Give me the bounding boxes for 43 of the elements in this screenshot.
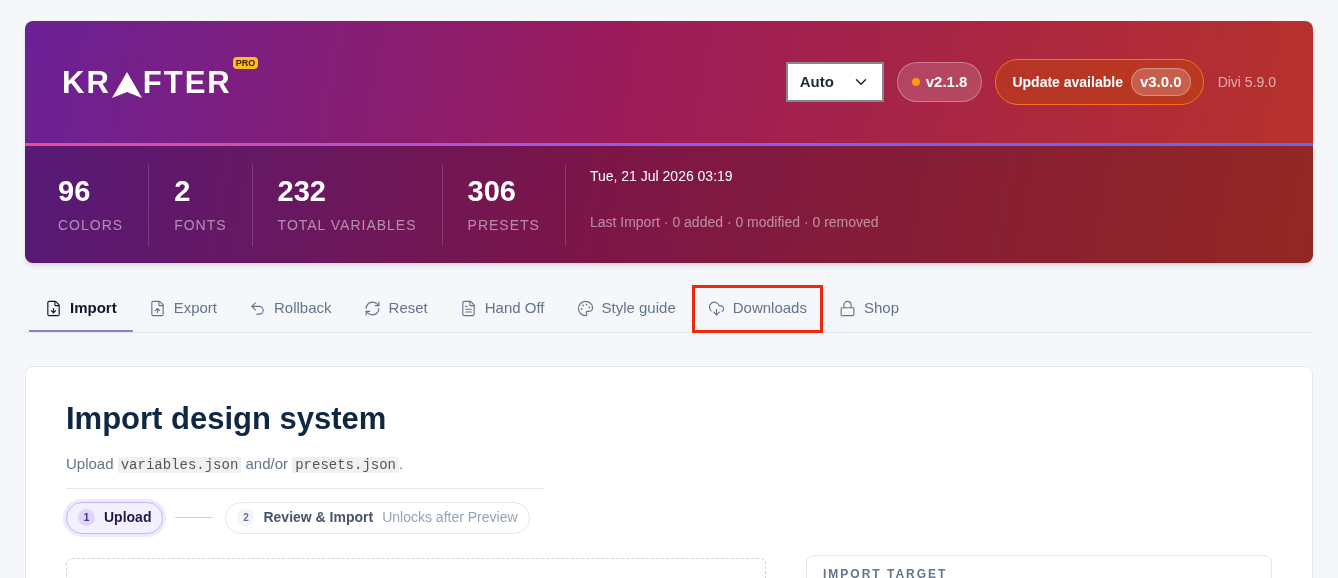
undo-arrow-icon [249, 299, 267, 317]
last-import-date: Tue, 21 Jul 2026 03:19 [589, 166, 734, 186]
stat-value: 232 [277, 177, 327, 206]
nav-tab[interactable]: Hand Off [443, 286, 561, 332]
step-pill[interactable]: 2 Review & Import Unlocks after Preview [225, 501, 530, 534]
mode-select[interactable]: Auto [785, 62, 884, 102]
update-button[interactable]: Update available v3.0.0 [995, 59, 1204, 105]
nav-tab[interactable]: Shop [822, 286, 915, 332]
version-text: v2.1.8 [925, 71, 968, 92]
version-badge: v3.0.0 [1130, 67, 1191, 97]
stat-value: 2 [174, 177, 192, 206]
nav-tab[interactable]: Style guide [560, 286, 692, 332]
logo-text: FTER [142, 66, 232, 98]
step-number: 2 [237, 509, 255, 527]
stat-label: PRESETS [467, 218, 540, 232]
pro-badge: PRO [232, 56, 259, 69]
stat-value: 306 [467, 177, 517, 206]
lock-icon [838, 299, 856, 317]
nav-tab[interactable]: Downloads [691, 285, 823, 333]
page-title: Import design system [66, 400, 388, 438]
panel-title: IMPORT TARGET [823, 567, 948, 578]
stat-label: COLORS [58, 218, 124, 232]
step-note: Unlocks after Preview [382, 508, 518, 528]
step-pill[interactable]: 1 Upload [66, 501, 164, 534]
refresh-icon [363, 299, 381, 317]
file-upload-icon [148, 299, 166, 317]
page-subtitle: Upload variables.json and/or presets.json . [66, 453, 405, 475]
last-import-summary: Last Import · 0 added · 0 modified · 0 removed [589, 212, 879, 232]
triangle-logo-icon [111, 71, 142, 98]
palette-icon [576, 299, 594, 317]
stat-value: 96 [58, 177, 92, 206]
stat-label: TOTAL VARIABLES [277, 218, 417, 232]
nav-tab[interactable]: Export [132, 286, 234, 332]
cloud-download-icon [707, 299, 725, 317]
document-icon [459, 299, 477, 317]
nav-tab[interactable]: Rollback [233, 286, 348, 332]
nav-tab[interactable]: Reset [347, 286, 444, 332]
platform-version: Divi 5.9.0 [1217, 72, 1276, 92]
step-number: 1 [78, 509, 95, 527]
logo-text: KR [62, 66, 111, 98]
nav-tab[interactable]: Import [29, 286, 133, 332]
file-download-icon [45, 299, 62, 317]
stat-label: FONTS [174, 218, 227, 232]
